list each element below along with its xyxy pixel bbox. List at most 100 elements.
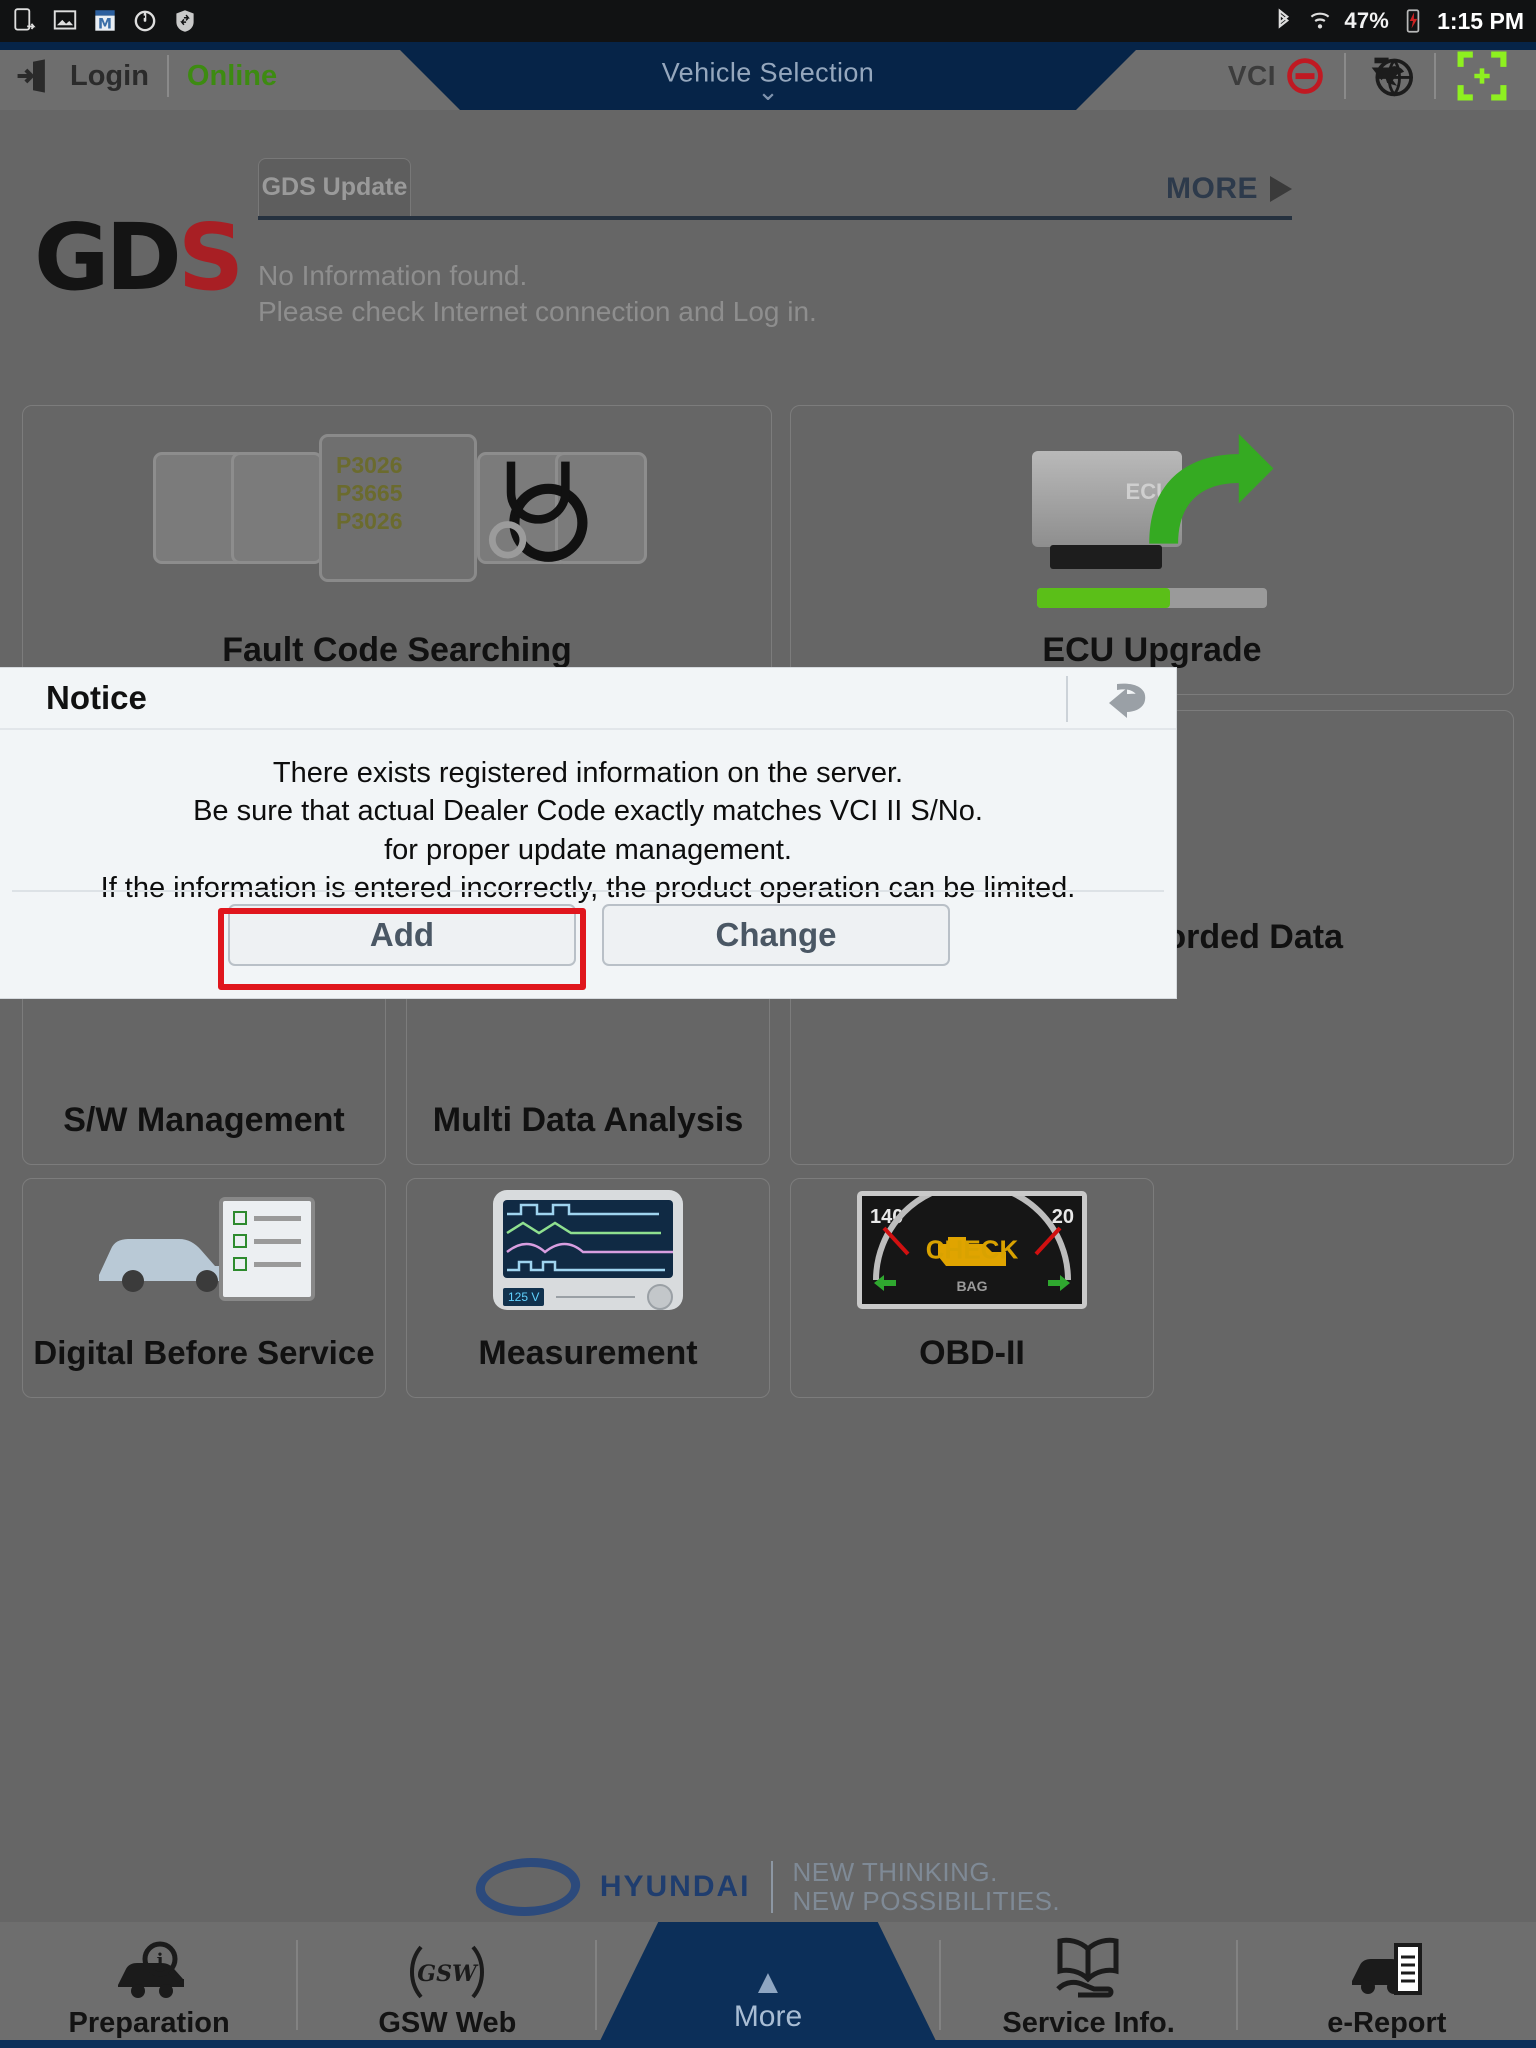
nav-gsw-web[interactable]: GSW GSW Web <box>298 1922 597 2048</box>
status-bar-right-icons: 47% 1:15 PM <box>1270 7 1524 35</box>
tile-measurement-label: Measurement <box>478 1333 698 1372</box>
tile-measurement[interactable]: 125 V Measurement <box>406 1178 770 1398</box>
no-information-message: No Information found. Please check Inter… <box>258 258 1078 330</box>
no-entry-icon <box>1287 58 1323 94</box>
clock-label: 1:15 PM <box>1437 7 1524 34</box>
stethoscope-icon <box>488 461 588 562</box>
gds-logo: GDS <box>34 212 244 304</box>
tile-fault-code-searching[interactable]: P3026 P3665 P3026 Fault Code Searching <box>22 405 772 695</box>
notice-dialog-message: There exists registered information on t… <box>0 730 1176 907</box>
ecu-progress-bar <box>1037 588 1267 608</box>
cluster-check-icon: 140 20 CHECK BAG <box>791 1179 1153 1321</box>
notice-dialog-actions: Add Change <box>0 904 1176 966</box>
notice-message-line-4: If the information is entered incorrectl… <box>100 871 1076 904</box>
nav-preparation[interactable]: i Preparation <box>0 1922 299 2048</box>
airbag-label: BAG <box>956 1278 988 1294</box>
notice-dialog-title: Notice <box>46 679 147 716</box>
battery-charging-icon <box>1406 9 1420 33</box>
gsw-icon: GSW <box>407 1937 487 2001</box>
return-arrow-icon <box>1109 683 1146 718</box>
bluetooth-icon <box>1279 8 1290 29</box>
nav-service-info-label: Service Info. <box>1002 2007 1175 2039</box>
brand-divider <box>770 1861 773 1913</box>
login-area[interactable]: Login Online <box>0 42 277 110</box>
dtc-code-0: P3026 <box>336 451 403 478</box>
no-information-line-2: Please check Internet connection and Log… <box>258 295 817 327</box>
android-status-bar: M 47% 1:15 PM <box>0 0 1536 42</box>
tile-sw-management-label: S/W Management <box>63 1100 345 1139</box>
tile-digital-before-service-label: Digital Before Service <box>33 1334 375 1372</box>
tile-obd-ii-label: OBD-II <box>919 1333 1025 1372</box>
change-button-label: Change <box>715 916 837 953</box>
login-door-icon[interactable] <box>14 57 52 95</box>
nav-gsw-web-label: GSW Web <box>378 2007 517 2039</box>
car-report-icon <box>1346 1937 1428 2001</box>
tab-gds-update[interactable]: GDS Update <box>258 158 411 216</box>
tile-multi-data-analysis-label: Multi Data Analysis <box>432 1100 744 1139</box>
update-button[interactable] <box>1346 50 1434 102</box>
title-bar-actions: VCI <box>1208 42 1536 110</box>
notice-message-line-1: There exists registered information on t… <box>272 757 904 789</box>
dialog-action-divider <box>12 890 1164 892</box>
globe-download-icon <box>1371 57 1414 97</box>
bottom-navigation-bar: i Preparation GSW GSW Web ▲ More Service… <box>0 1922 1536 2048</box>
ecu-upload-arrow-icon: ECU <box>791 406 1513 618</box>
hyundai-tagline-line-2: NEW POSSIBILITIES. <box>792 1886 1061 1916</box>
wifi-icon <box>1311 12 1330 29</box>
change-button[interactable]: Change <box>602 904 950 966</box>
status-bar-left-icons: M <box>12 7 198 35</box>
triangle-right-icon <box>1270 176 1292 202</box>
dtc-code-2: P3026 <box>336 507 403 534</box>
battery-percent-label: 47% <box>1344 8 1390 33</box>
hyundai-name-label: HYUNDAI <box>599 1870 751 1903</box>
power-circle-icon <box>134 10 156 32</box>
gds-logo-text: GD <box>34 204 182 311</box>
oscilloscope-icon: 125 V <box>407 1179 769 1321</box>
dtc-cards-stethoscope-icon: P3026 P3665 P3026 <box>23 406 771 618</box>
nav-more[interactable]: ▲ More <box>596 1922 940 2048</box>
notice-dialog: Notice There exists registered informati… <box>0 668 1176 998</box>
hyundai-logo-icon <box>471 1858 584 1916</box>
measurement-display-value: 125 V <box>503 1288 545 1306</box>
gallery-icon <box>53 10 77 30</box>
hyundai-tagline-line-1: NEW THINKING. <box>792 1857 998 1888</box>
notice-dialog-header: Notice <box>0 668 1176 730</box>
tile-ecu-upgrade[interactable]: ECU ECU Upgrade <box>790 405 1514 695</box>
green-arrow-icon <box>1149 433 1274 544</box>
car-checklist-icon <box>23 1179 385 1321</box>
add-button-label: Add <box>369 916 435 953</box>
tab-gds-update-label: GDS Update <box>261 173 408 201</box>
gds-logo-accent: S <box>177 204 244 311</box>
dialog-header-divider <box>1066 676 1068 722</box>
shield-icon <box>176 10 194 32</box>
car-inspect-icon: i <box>110 1937 188 2001</box>
svg-text:i: i <box>157 1950 164 1971</box>
add-button[interactable]: Add <box>228 904 576 966</box>
no-information-line-1: No Information found. <box>258 260 528 291</box>
check-warning-label: CHECK <box>925 1234 1019 1265</box>
hyundai-tagline: NEW THINKING. NEW POSSIBILITIES. <box>793 1858 1061 1915</box>
hyundai-brand-footer: HYUNDAI NEW THINKING. NEW POSSIBILITIES. <box>0 1858 1536 1916</box>
dialog-back-button[interactable] <box>1082 676 1156 722</box>
vci-status[interactable]: VCI <box>1208 50 1344 102</box>
nav-e-report[interactable]: e-Report <box>1238 1922 1536 2048</box>
nav-more-label: More <box>733 2000 803 2033</box>
more-button[interactable]: MORE <box>1166 172 1292 206</box>
book-hand-icon <box>1050 1937 1128 2001</box>
nav-e-report-label: e-Report <box>1327 2007 1447 2039</box>
tab-underline <box>258 216 1292 220</box>
svg-text:GSW: GSW <box>418 1961 480 1987</box>
chevron-up-icon: ▲ <box>751 1963 785 2001</box>
notice-message-line-3: for proper update management. <box>384 833 792 866</box>
svg-text:M: M <box>98 17 112 33</box>
nav-preparation-label: Preparation <box>68 2007 230 2039</box>
screen-capture-button[interactable] <box>1436 50 1528 102</box>
tile-digital-before-service[interactable]: Digital Before Service <box>22 1178 386 1398</box>
tile-obd-ii[interactable]: 140 20 CHECK BAG OBD-II <box>790 1178 1154 1398</box>
online-status-label: Online <box>186 59 278 92</box>
mail-m-icon: M <box>95 10 115 33</box>
nav-service-info[interactable]: Service Info. <box>939 1922 1238 2048</box>
login-label[interactable]: Login <box>70 60 149 93</box>
title-divider <box>166 55 169 97</box>
left-turn-icon <box>874 1275 896 1291</box>
